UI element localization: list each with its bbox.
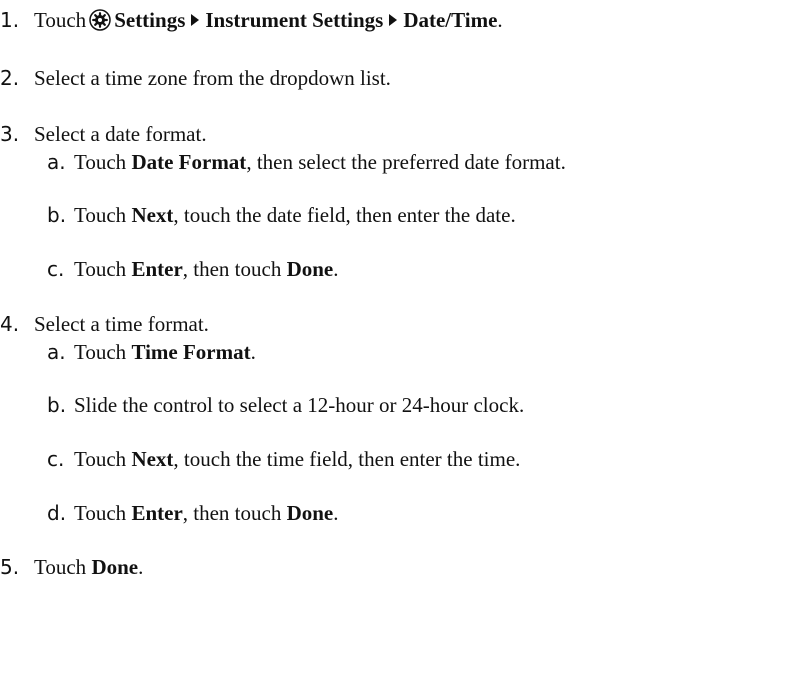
text-run: Touch — [74, 501, 132, 525]
text-run: Touch — [74, 340, 132, 364]
text-run: , touch the time field, then enter the t… — [173, 447, 521, 471]
step-text: Select a date format. — [34, 122, 207, 146]
date-time-label: Date/Time — [403, 8, 498, 32]
text-run: , then touch — [182, 257, 287, 281]
text-run: Touch — [74, 447, 132, 471]
text-run: , touch the date field, then enter the d… — [173, 203, 516, 227]
text-run: Touch — [74, 257, 132, 281]
settings-label: Settings — [114, 8, 186, 32]
gear-icon — [89, 9, 111, 31]
text-run: Touch — [74, 203, 132, 227]
substep-letter: d. — [47, 501, 67, 525]
touch-word: Touch — [34, 8, 87, 32]
period: . — [497, 8, 503, 32]
substep-text: Slide the control to select a 12-hour or… — [74, 393, 525, 417]
text-run: . — [138, 555, 144, 579]
substep-text: Touch Time Format. — [74, 340, 256, 364]
ui-label: Date Format — [131, 150, 247, 174]
substep-letter: c. — [47, 257, 65, 281]
step-number: 3. — [0, 122, 20, 146]
ui-label: Done — [286, 257, 334, 281]
step-number: 1. — [0, 8, 20, 32]
text-run: , then select the preferred date format. — [246, 150, 566, 174]
substep-text: Touch Enter, then touch Done. — [74, 257, 339, 281]
instrument-settings-label: Instrument Settings — [205, 8, 384, 32]
text-run: . — [250, 340, 256, 364]
substep-letter: b. — [47, 393, 67, 417]
substep-letter: a. — [47, 340, 66, 364]
text-run: Touch — [34, 555, 92, 579]
ui-label: Done — [91, 555, 139, 579]
ui-label: Enter — [131, 501, 183, 525]
substep-text: Touch Date Format, then select the prefe… — [74, 150, 566, 174]
step-number: 5. — [0, 555, 20, 579]
substep-letter: b. — [47, 203, 67, 227]
substep-letter: a. — [47, 150, 66, 174]
substep-text: Touch Next, touch the time field, then e… — [74, 447, 520, 471]
right-triangle-icon — [191, 14, 200, 26]
substep-text: Touch Enter, then touch Done. — [74, 501, 339, 525]
instruction-page: 1. Touch Settings Instrument Settings Date… — [0, 0, 791, 678]
text-run: . — [333, 501, 339, 525]
step-number: 4. — [0, 312, 20, 336]
ui-label: Next — [131, 203, 174, 227]
step-text: Select a time zone from the dropdown lis… — [34, 66, 391, 90]
ui-label: Next — [131, 447, 174, 471]
text-run: . — [333, 257, 339, 281]
ui-label: Enter — [131, 257, 183, 281]
step-text: Touch Settings Instrument Settings Date/Ti… — [34, 8, 503, 32]
step-text: Select a time format. — [34, 312, 209, 336]
substep-text: Touch Next, touch the date field, then e… — [74, 203, 516, 227]
step-text: Touch Done. — [34, 555, 143, 579]
substep-letter: c. — [47, 447, 65, 471]
text-run: Touch — [74, 150, 132, 174]
text-run: , then touch — [182, 501, 287, 525]
ui-label: Done — [286, 501, 334, 525]
right-triangle-icon — [389, 14, 398, 26]
step-number: 2. — [0, 66, 20, 90]
ui-label: Time Format — [131, 340, 251, 364]
